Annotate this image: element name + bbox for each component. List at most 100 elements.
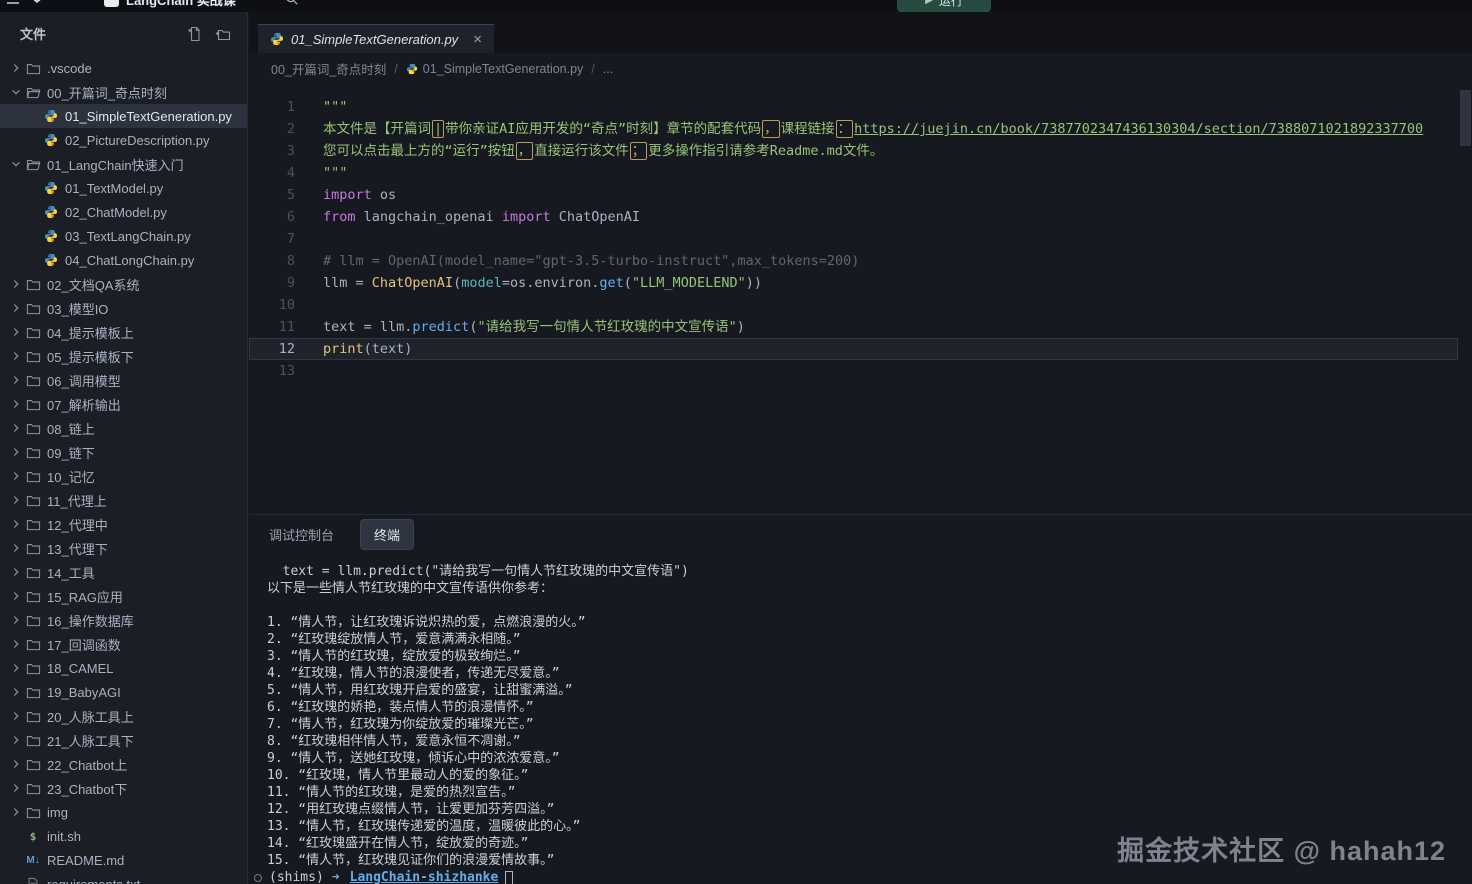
code-line-13[interactable]: 13 [249, 360, 1458, 382]
tree-item-label: 03_模型IO [47, 299, 108, 318]
folder-open-icon [24, 85, 42, 100]
juejin-logo-icon [27, 0, 47, 12]
chevron-right-icon [8, 709, 24, 723]
tree-item-02_文档QA系统[interactable]: 02_文档QA系统 [0, 272, 247, 296]
terminal-line: 7. “情人节，红玫瑰为你绽放爱的璀璨光芒。” [267, 716, 1472, 733]
python-file-icon [42, 253, 60, 267]
tree-item-13_代理下[interactable]: 13_代理下 [0, 536, 247, 560]
code-line-11[interactable]: 11text = llm.predict("请给我写一句情人节红玫瑰的中文宣传语… [249, 316, 1458, 338]
tree-item-14_工具[interactable]: 14_工具 [0, 560, 247, 584]
breadcrumb-separator: / [591, 62, 594, 76]
code-line-3[interactable]: 3您可以点击最上方的“运行”按钮，直接运行该文件；更多操作指引请参考Readme… [249, 140, 1458, 162]
code-line-7[interactable]: 7 [249, 228, 1458, 250]
tree-item-06_调用模型[interactable]: 06_调用模型 [0, 368, 247, 392]
tree-item-02_ChatModel.py[interactable]: 02_ChatModel.py [0, 200, 247, 224]
tree-item-12_代理中[interactable]: 12_代理中 [0, 512, 247, 536]
line-number: 9 [249, 272, 295, 294]
code-text [295, 360, 323, 382]
python-file-icon [406, 63, 418, 75]
tree-item-label: 01_TextModel.py [65, 181, 163, 196]
tree-item-03_模型IO[interactable]: 03_模型IO [0, 296, 247, 320]
editor-scrollbar[interactable] [1460, 90, 1471, 146]
folder-icon [24, 493, 42, 508]
tree-item-21_人脉工具下[interactable]: 21_人脉工具下 [0, 728, 247, 752]
tree-item-08_链上[interactable]: 08_链上 [0, 416, 247, 440]
code-line-6[interactable]: 6from langchain_openai import ChatOpenAI [249, 206, 1458, 228]
tree-item-label: init.sh [47, 829, 81, 844]
tree-item-07_解析输出[interactable]: 07_解析输出 [0, 392, 247, 416]
tree-item-00_开篇词_奇点时刻[interactable]: 00_开篇词_奇点时刻 [0, 80, 247, 104]
folder-icon [24, 325, 42, 340]
new-file-icon[interactable] [187, 26, 203, 42]
play-icon: ▶ [925, 0, 933, 6]
code-line-2[interactable]: 2本文件是【开篇词|带你亲证AI应用开发的“奇点”时刻】章节的配套代码，课程链接… [249, 118, 1458, 140]
tree-item-requirements.txt[interactable]: requirements.txt [0, 872, 247, 884]
tree-item-04_提示模板上[interactable]: 04_提示模板上 [0, 320, 247, 344]
python-file-icon [270, 32, 284, 46]
tree-item-04_ChatLongChain.py[interactable]: 04_ChatLongChain.py [0, 248, 247, 272]
close-icon[interactable]: × [473, 32, 482, 47]
code-editor[interactable]: 1"""2本文件是【开篇词|带你亲证AI应用开发的“奇点”时刻】章节的配套代码，… [249, 84, 1458, 514]
chevron-right-icon [8, 421, 24, 435]
breadcrumb: 00_开篇词_奇点时刻 / 01_SimpleTextGeneration.py… [249, 53, 1472, 84]
tab-filename: 01_SimpleTextGeneration.py [291, 32, 458, 47]
tree-item-label: 15_RAG应用 [47, 587, 123, 606]
tree-item-.vscode[interactable]: .vscode [0, 56, 247, 80]
code-line-1[interactable]: 1""" [249, 96, 1458, 118]
chevron-right-icon [8, 637, 24, 651]
tree-item-label: 20_人脉工具上 [47, 707, 134, 726]
tree-item-20_人脉工具上[interactable]: 20_人脉工具上 [0, 704, 247, 728]
code-line-5[interactable]: 5import os [249, 184, 1458, 206]
search-icon[interactable] [285, 0, 299, 12]
tree-item-init.sh[interactable]: $init.sh [0, 824, 247, 848]
tree-item-22_Chatbot上[interactable]: 22_Chatbot上 [0, 752, 247, 776]
tree-item-label: 22_Chatbot上 [47, 755, 127, 774]
line-number: 2 [249, 118, 295, 140]
menu-icon[interactable] [6, 0, 20, 12]
tree-item-README.md[interactable]: M↓README.md [0, 848, 247, 872]
tree-item-01_SimpleTextGeneration.py[interactable]: 01_SimpleTextGeneration.py [0, 104, 247, 128]
code-line-12[interactable]: 12print(text) [249, 338, 1458, 360]
breadcrumb-symbol[interactable]: ... [603, 62, 613, 76]
tree-item-01_LangChain快速入门[interactable]: 01_LangChain快速入门 [0, 152, 247, 176]
breadcrumb-folder[interactable]: 00_开篇词_奇点时刻 [271, 59, 386, 78]
tree-item-15_RAG应用[interactable]: 15_RAG应用 [0, 584, 247, 608]
new-folder-icon[interactable] [215, 26, 231, 42]
breadcrumb-file[interactable]: 01_SimpleTextGeneration.py [406, 62, 584, 76]
tab-debug-console[interactable]: 调试控制台 [269, 525, 334, 544]
terminal-prompt[interactable]: (shims)➜LangChain-shizhanke [267, 869, 1472, 884]
tree-item-01_TextModel.py[interactable]: 01_TextModel.py [0, 176, 247, 200]
tree-item-16_操作数据库[interactable]: 16_操作数据库 [0, 608, 247, 632]
tree-item-img[interactable]: img [0, 800, 247, 824]
topbar: LangChain 实战课 ▶ 运行 [0, 0, 1472, 12]
editor-tab[interactable]: 01_SimpleTextGeneration.py × [258, 24, 494, 53]
code-line-4[interactable]: 4""" [249, 162, 1458, 184]
terminal-line: 11. “情人节的红玫瑰，是爱的热烈宣告。” [267, 784, 1472, 801]
folder-icon [24, 781, 42, 796]
code-line-10[interactable]: 10 [249, 294, 1458, 316]
line-number: 10 [249, 294, 295, 316]
code-line-8[interactable]: 8# llm = OpenAI(model_name="gpt-3.5-turb… [249, 250, 1458, 272]
explorer-header: 文件 [0, 12, 247, 51]
tree-item-09_链下[interactable]: 09_链下 [0, 440, 247, 464]
tree-item-23_Chatbot下[interactable]: 23_Chatbot下 [0, 776, 247, 800]
tree-item-label: .vscode [47, 61, 92, 76]
tree-item-10_记忆[interactable]: 10_记忆 [0, 464, 247, 488]
run-button[interactable]: ▶ 运行 [897, 0, 991, 12]
tree-item-18_CAMEL[interactable]: 18_CAMEL [0, 656, 247, 680]
code-line-9[interactable]: 9llm = ChatOpenAI(model=os.environ.get("… [249, 272, 1458, 294]
explorer-title: 文件 [20, 24, 46, 43]
tree-item-02_PictureDescription.py[interactable]: 02_PictureDescription.py [0, 128, 247, 152]
tree-item-19_BabyAGI[interactable]: 19_BabyAGI [0, 680, 247, 704]
chevron-right-icon [8, 757, 24, 771]
tree-item-03_TextLangChain.py[interactable]: 03_TextLangChain.py [0, 224, 247, 248]
tree-item-05_提示模板下[interactable]: 05_提示模板下 [0, 344, 247, 368]
tree-item-17_回调函数[interactable]: 17_回调函数 [0, 632, 247, 656]
tree-item-11_代理上[interactable]: 11_代理上 [0, 488, 247, 512]
tab-terminal[interactable]: 终端 [360, 519, 414, 550]
chevron-right-icon [8, 277, 24, 291]
chevron-right-icon [8, 469, 24, 483]
terminal-line: 10. “红玫瑰，情人节里最动人的爱的象征。” [267, 767, 1472, 784]
tree-item-label: 12_代理中 [47, 515, 108, 534]
code-text: print(text) [295, 338, 412, 360]
